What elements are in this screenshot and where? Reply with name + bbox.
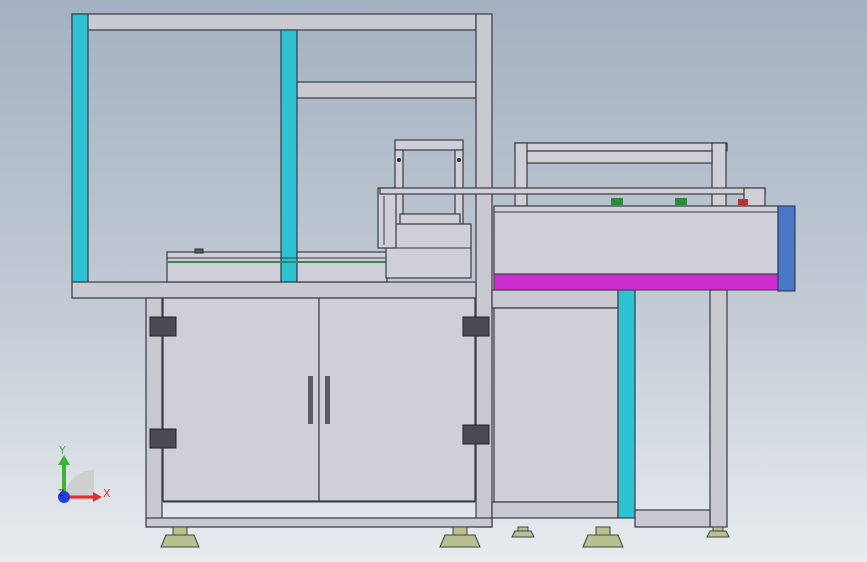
foot-4	[582, 526, 624, 548]
green-bolt-2	[675, 198, 687, 205]
machine-drawing: Y X Z	[58, 13, 796, 548]
coordinate-triad: Y X Z	[58, 444, 111, 503]
cabinet-door-side[interactable]	[493, 307, 619, 503]
foot-3	[511, 526, 535, 538]
x-axis-head	[93, 492, 102, 502]
left-cyan-post	[71, 13, 89, 283]
top-beam	[71, 13, 477, 31]
red-bolt	[738, 199, 748, 205]
mid-beam	[296, 81, 477, 99]
door-handle-left[interactable]	[308, 376, 313, 424]
cad-viewport[interactable]: Y X Z	[0, 0, 867, 562]
leveling-feet	[160, 526, 730, 548]
door-handle-right[interactable]	[325, 376, 330, 424]
bolts	[611, 198, 748, 205]
lower-cabinet-right	[491, 289, 728, 528]
x-axis-label: X	[103, 487, 111, 500]
conveyor-left	[166, 248, 388, 283]
middle-cyan-post	[280, 29, 298, 283]
right-main-post	[475, 13, 493, 528]
lower-cabinet-left	[145, 297, 493, 528]
cabinet-door-left[interactable]	[162, 297, 320, 502]
cabinet-door-right[interactable]	[318, 297, 476, 502]
table-top-beam	[71, 281, 477, 299]
green-bolt-1	[611, 198, 623, 205]
magenta-beam	[493, 273, 779, 291]
z-axis-label: Z	[58, 489, 64, 499]
foot-1	[160, 526, 200, 548]
right-cyan-post	[617, 289, 636, 519]
foot-5	[706, 526, 730, 538]
foot-2	[439, 526, 481, 548]
y-axis-label: Y	[58, 444, 66, 457]
pick-place-head	[377, 139, 472, 279]
blue-end-cap	[777, 205, 796, 292]
